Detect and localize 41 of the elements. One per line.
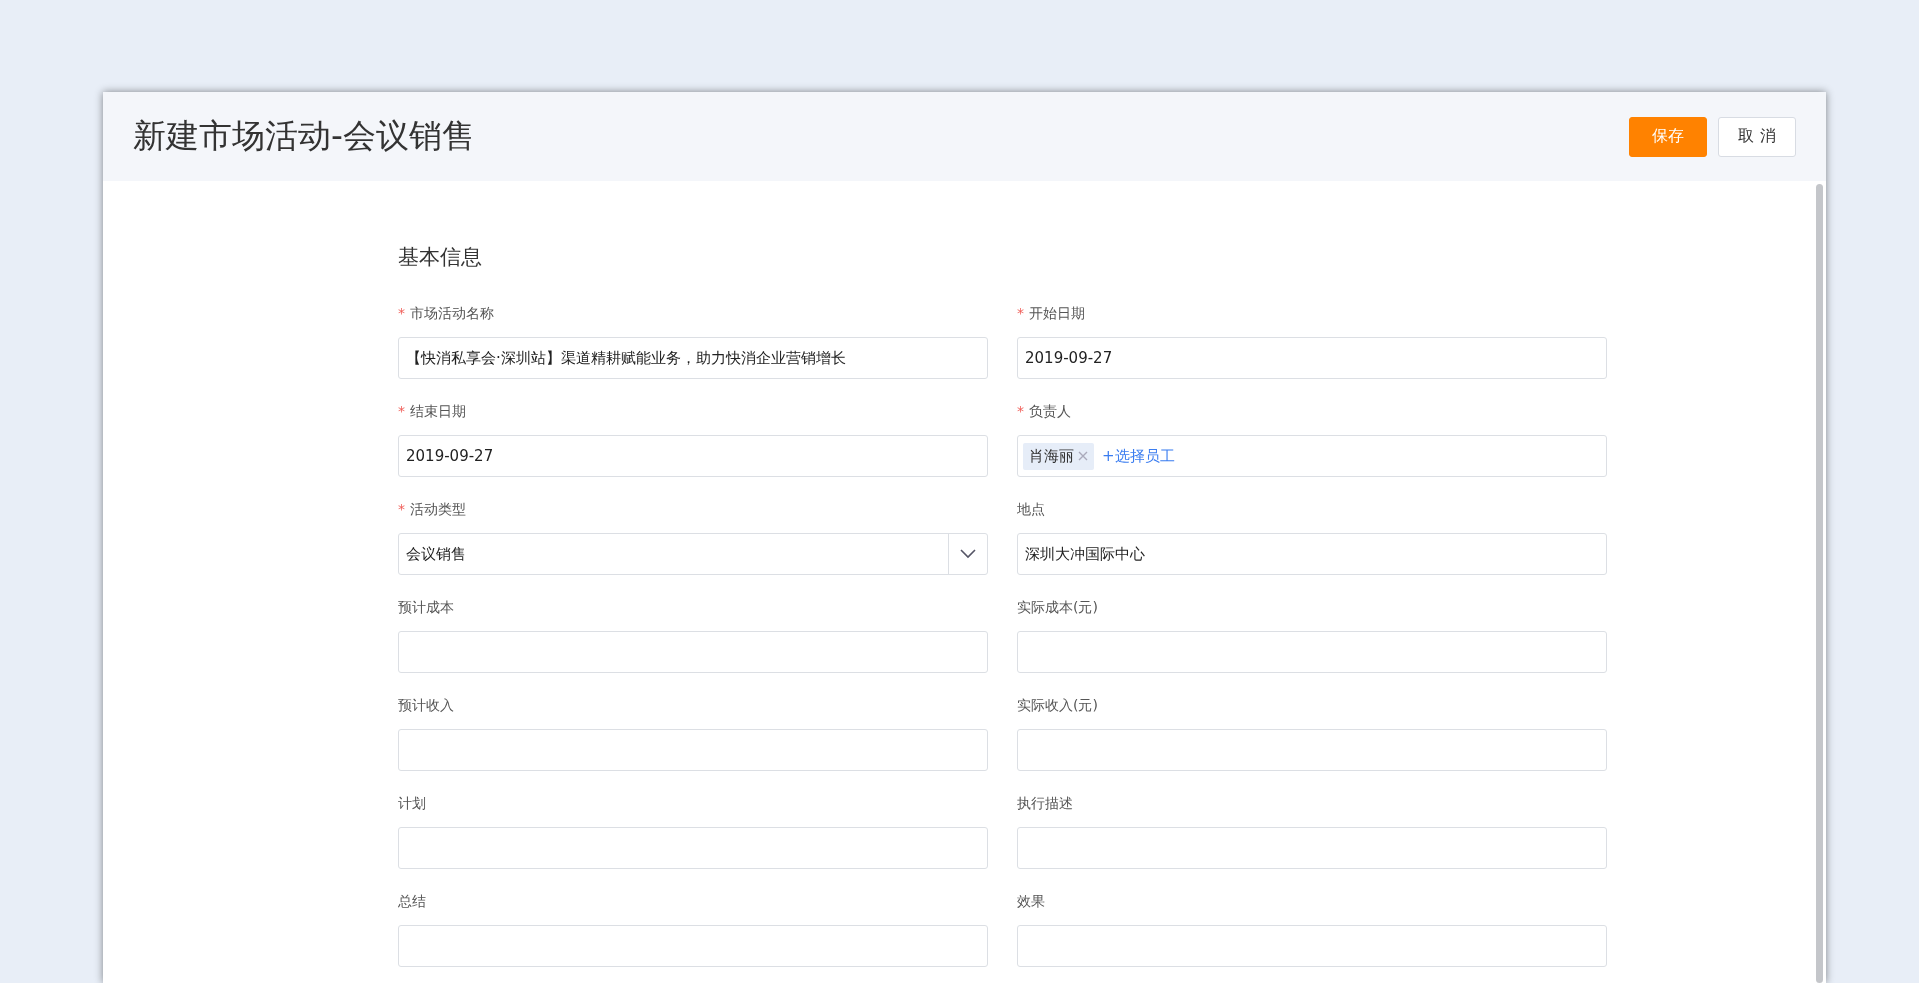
field-label-text: 预计成本 <box>398 598 454 617</box>
required-mark: * <box>398 304 405 323</box>
field-label-text: 负责人 <box>1029 402 1071 421</box>
required-mark: * <box>1017 304 1024 323</box>
input-field[interactable] <box>398 925 988 967</box>
field-label-text: 结束日期 <box>410 402 466 421</box>
close-icon[interactable] <box>1078 451 1088 461</box>
input-field[interactable]: 2019-09-27 <box>398 435 988 477</box>
cancel-button[interactable]: 取 消 <box>1718 116 1796 157</box>
field-label-text: 开始日期 <box>1029 304 1085 323</box>
required-mark: * <box>398 402 405 421</box>
window-title: 新建市场活动-会议销售 <box>133 115 475 157</box>
field-label-text: 预计收入 <box>398 696 454 715</box>
field-label-text: 执行描述 <box>1017 794 1073 813</box>
people-field[interactable]: 肖海丽 +选择员工 <box>1017 435 1607 477</box>
chevron-down-icon <box>960 549 976 559</box>
input-field[interactable] <box>1017 827 1607 869</box>
field-label-text: 活动类型 <box>410 500 466 519</box>
section-title: 基本信息 <box>398 244 483 271</box>
input-field[interactable] <box>1017 631 1607 673</box>
input-field[interactable] <box>1017 925 1607 967</box>
field-label-text: 效果 <box>1017 892 1045 911</box>
required-mark: * <box>1017 402 1024 421</box>
person-name: 肖海丽 <box>1029 446 1074 466</box>
field-label-text: 计划 <box>398 794 426 813</box>
select-field[interactable]: 会议销售 <box>398 533 988 575</box>
input-field[interactable] <box>398 827 988 869</box>
field-label-text: 实际成本(元) <box>1017 598 1098 617</box>
scrollbar-thumb[interactable] <box>1816 184 1823 983</box>
field-label-text: 总结 <box>398 892 426 911</box>
input-field[interactable]: 2019-09-27 <box>1017 337 1607 379</box>
input-field[interactable]: 【快消私享会·深圳站】渠道精耕赋能业务，助力快消企业营销增长 <box>398 337 988 379</box>
input-field[interactable] <box>398 631 988 673</box>
field-label-text: 市场活动名称 <box>410 304 494 323</box>
input-field[interactable]: 深圳大冲国际中心 <box>1017 533 1607 575</box>
field-label-text: 实际收入(元) <box>1017 696 1098 715</box>
input-field[interactable] <box>398 729 988 771</box>
required-mark: * <box>398 500 405 519</box>
field-label-text: 地点 <box>1017 500 1045 519</box>
input-field[interactable] <box>1017 729 1607 771</box>
select-employee-link[interactable]: +选择员工 <box>1102 446 1175 466</box>
